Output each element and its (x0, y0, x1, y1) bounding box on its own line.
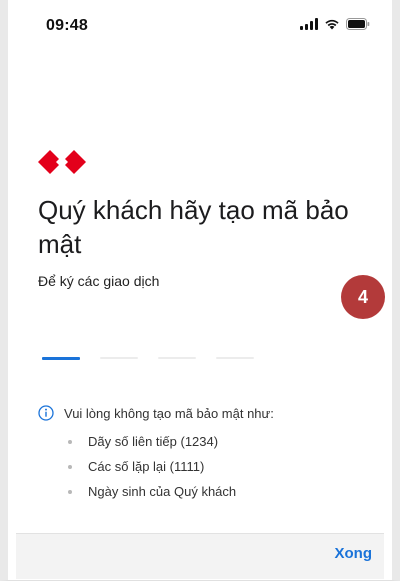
wifi-icon (324, 18, 340, 30)
keyboard-toolbar: Xong (16, 533, 384, 579)
rule-list: Dãy số liên tiếp (1234) Các số lặp lại (… (38, 429, 372, 504)
notice-text: Vui lòng không tạo mã bảo mật như: (64, 405, 274, 421)
phone-screen: 09:48 Quý khách hãy tạo mã bảo mật Để ký… (0, 0, 400, 581)
list-item: Dãy số liên tiếp (1234) (68, 429, 372, 454)
signal-icon (300, 18, 318, 30)
status-bar: 09:48 (8, 0, 392, 50)
page-title: Quý khách hãy tạo mã bảo mật (38, 195, 349, 259)
status-time: 09:48 (46, 17, 88, 34)
battery-icon (346, 18, 370, 30)
info-icon (38, 405, 54, 421)
status-icons (300, 18, 370, 30)
pin-indicator (42, 356, 254, 360)
notice-header: Vui lòng không tạo mã bảo mật như: (38, 405, 372, 421)
list-item: Ngày sinh của Quý khách (68, 479, 372, 504)
pin-dash (216, 357, 254, 359)
pin-dash (158, 357, 196, 359)
list-item: Các số lặp lại (1111) (68, 454, 372, 479)
step-badge: 4 (341, 275, 385, 319)
page-subtitle: Để ký các giao dịch (38, 273, 160, 289)
security-notice: Vui lòng không tạo mã bảo mật như: Dãy s… (38, 405, 372, 504)
done-button[interactable]: Xong (335, 545, 373, 562)
diamond-logo-icon (38, 150, 86, 174)
pin-dash (100, 357, 138, 359)
pin-dash (42, 356, 80, 360)
